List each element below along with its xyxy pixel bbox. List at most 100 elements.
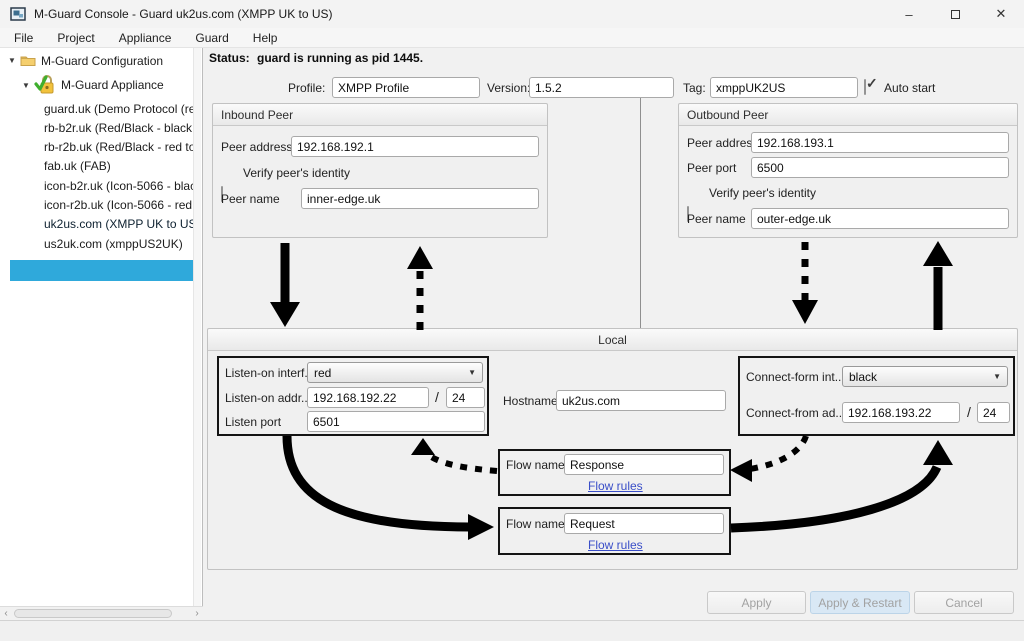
tree-node-guard-uk[interactable]: guard.uk (Demo Protocol (red to bl	[44, 99, 194, 118]
tree-horizontal-scrollbar: ‹ ›	[0, 606, 203, 620]
maximize-icon	[951, 10, 960, 19]
tree-node-icon-b2r[interactable]: icon-b2r.uk (Icon-5066 - black to r	[44, 176, 194, 195]
profile-input[interactable]	[332, 77, 480, 98]
footer-strip	[0, 620, 1024, 641]
auto-start-label: Auto start	[884, 81, 935, 95]
version-label: Version:	[487, 81, 530, 95]
maximize-button[interactable]	[932, 0, 978, 28]
folder-icon	[20, 54, 36, 67]
connect-interface-dropdown[interactable]: black ▼	[842, 366, 1008, 387]
tree-vertical-scrollbar[interactable]	[193, 48, 201, 606]
status-label: Status:	[209, 51, 250, 65]
tag-label: Tag:	[683, 81, 706, 95]
tree-node-label: M-Guard Configuration	[41, 54, 163, 68]
peer-name-label: Peer name	[221, 192, 280, 206]
window-controls: – ✕	[886, 0, 1024, 28]
tag-input[interactable]	[710, 77, 858, 98]
tree-node-configuration[interactable]: ▼ M-Guard Configuration	[8, 51, 194, 70]
app-icon	[10, 6, 26, 22]
close-button[interactable]: ✕	[978, 0, 1024, 28]
peer-address-label: Peer address	[221, 140, 292, 154]
tree-node-label: rb-r2b.uk (Red/Black - red to black	[44, 140, 194, 154]
tree-node-uk2us-selected[interactable]: uk2us.com (XMPP UK to US)	[44, 214, 194, 233]
tree-node-rb-b2r[interactable]: rb-b2r.uk (Red/Black - black to red	[44, 118, 194, 137]
tree-node-label: fab.uk (FAB)	[44, 159, 111, 173]
expander-icon[interactable]: ▼	[22, 81, 34, 90]
peer-port-label: Peer port	[687, 161, 736, 175]
tree-node-label: rb-b2r.uk (Red/Black - black to red	[44, 121, 194, 135]
version-input[interactable]	[529, 77, 674, 98]
expander-icon[interactable]: ▼	[8, 56, 20, 65]
listen-port-label: Listen port	[225, 415, 281, 429]
flow-name-label: Flow name	[506, 517, 565, 531]
verify-identity-label: Verify peer's identity	[243, 166, 350, 180]
dropdown-value: black	[849, 370, 877, 384]
scrollbar-thumb[interactable]	[14, 609, 172, 618]
listen-address-input[interactable]	[307, 387, 429, 408]
request-flow-name-input[interactable]	[564, 513, 724, 534]
connect-box: Connect-form int... black ▼ Connect-from…	[738, 356, 1015, 436]
outbound-peer-name-input[interactable]	[751, 208, 1009, 229]
listen-port-input[interactable]	[307, 411, 485, 432]
tree-node-label: guard.uk (Demo Protocol (red to bl	[44, 102, 194, 116]
tree-node-label: uk2us.com (XMPP UK to US)	[44, 217, 194, 231]
hostname-input[interactable]	[556, 390, 726, 411]
tree-items: ▼ M-Guard Configuration ▼ M-Guard Applia…	[0, 48, 194, 606]
connect-address-label: Connect-from ad...	[746, 406, 841, 420]
menubar: File Project Appliance Guard Help	[0, 28, 1024, 48]
minimize-button[interactable]: –	[886, 0, 932, 28]
cancel-button[interactable]: Cancel	[914, 591, 1014, 614]
chevron-down-icon: ▼	[468, 368, 476, 377]
tree-node-us2uk[interactable]: us2uk.com (xmppUS2UK)	[44, 234, 194, 253]
menu-guard[interactable]: Guard	[195, 31, 228, 45]
inbound-peer-address-input[interactable]	[291, 136, 539, 157]
apply-button[interactable]: Apply	[707, 591, 806, 614]
outbound-peer-panel: Outbound Peer Peer address Peer port Ver…	[678, 103, 1018, 238]
outbound-peer-address-input[interactable]	[751, 132, 1009, 153]
minimize-icon: –	[905, 7, 912, 22]
titlebar: M-Guard Console - Guard uk2us.com (XMPP …	[0, 0, 1024, 28]
close-icon: ✕	[996, 6, 1007, 22]
prefix-slash: /	[435, 389, 439, 405]
response-flow-rules-link[interactable]: Flow rules	[588, 479, 643, 493]
menu-file[interactable]: File	[14, 31, 33, 45]
tree-node-icon-r2b[interactable]: icon-r2b.uk (Icon-5066 - red to bla	[44, 195, 194, 214]
hostname-label: Hostname	[503, 394, 558, 408]
listen-interface-dropdown[interactable]: red ▼	[307, 362, 483, 383]
outbound-peer-header: Outbound Peer	[679, 104, 1017, 126]
scroll-left-icon[interactable]: ‹	[0, 608, 12, 620]
local-panel: Local Listen-on interf... red ▼ Listen-o…	[207, 328, 1018, 570]
menu-help[interactable]: Help	[253, 31, 278, 45]
tree-node-label: us2uk.com (xmppUS2UK)	[44, 237, 183, 251]
verify-identity-label: Verify peer's identity	[709, 186, 816, 200]
tree-node-rb-r2b[interactable]: rb-r2b.uk (Red/Black - red to black	[44, 137, 194, 156]
tree-node-appliance[interactable]: ▼ M-Guard Appliance	[22, 72, 194, 98]
dropdown-value: red	[314, 366, 331, 380]
peer-address-label: Peer address	[687, 136, 758, 150]
menu-appliance[interactable]: Appliance	[119, 31, 172, 45]
listen-prefix-input[interactable]	[446, 387, 485, 408]
peer-name-label: Peer name	[687, 212, 746, 226]
outbound-peer-port-input[interactable]	[751, 157, 1009, 178]
tree-node-fab[interactable]: fab.uk (FAB)	[44, 156, 194, 175]
tree-node-label: icon-r2b.uk (Icon-5066 - red to bla	[44, 198, 194, 212]
apply-restart-button[interactable]: Apply & Restart	[810, 591, 910, 614]
tree-node-label: icon-b2r.uk (Icon-5066 - black to r	[44, 179, 194, 193]
connect-address-input[interactable]	[842, 402, 960, 423]
inbound-peer-name-input[interactable]	[301, 188, 539, 209]
request-flow-rules-link[interactable]: Flow rules	[588, 538, 643, 552]
config-tree-panel: ▼ M-Guard Configuration ▼ M-Guard Applia…	[0, 48, 203, 620]
scroll-right-icon[interactable]: ›	[191, 608, 203, 620]
chevron-down-icon: ▼	[993, 372, 1001, 381]
response-flow-name-input[interactable]	[564, 454, 724, 475]
connect-prefix-input[interactable]	[977, 402, 1010, 423]
prefix-slash: /	[967, 404, 971, 420]
inbound-peer-header: Inbound Peer	[213, 104, 547, 126]
auto-start-checkbox[interactable]: ✓	[864, 79, 866, 95]
flow-name-label: Flow name	[506, 458, 565, 472]
local-header: Local	[208, 329, 1017, 351]
menu-project[interactable]: Project	[57, 31, 94, 45]
listen-address-label: Listen-on addr...	[225, 391, 307, 405]
window-title: M-Guard Console - Guard uk2us.com (XMPP …	[34, 7, 333, 21]
profile-label: Profile:	[288, 81, 325, 95]
